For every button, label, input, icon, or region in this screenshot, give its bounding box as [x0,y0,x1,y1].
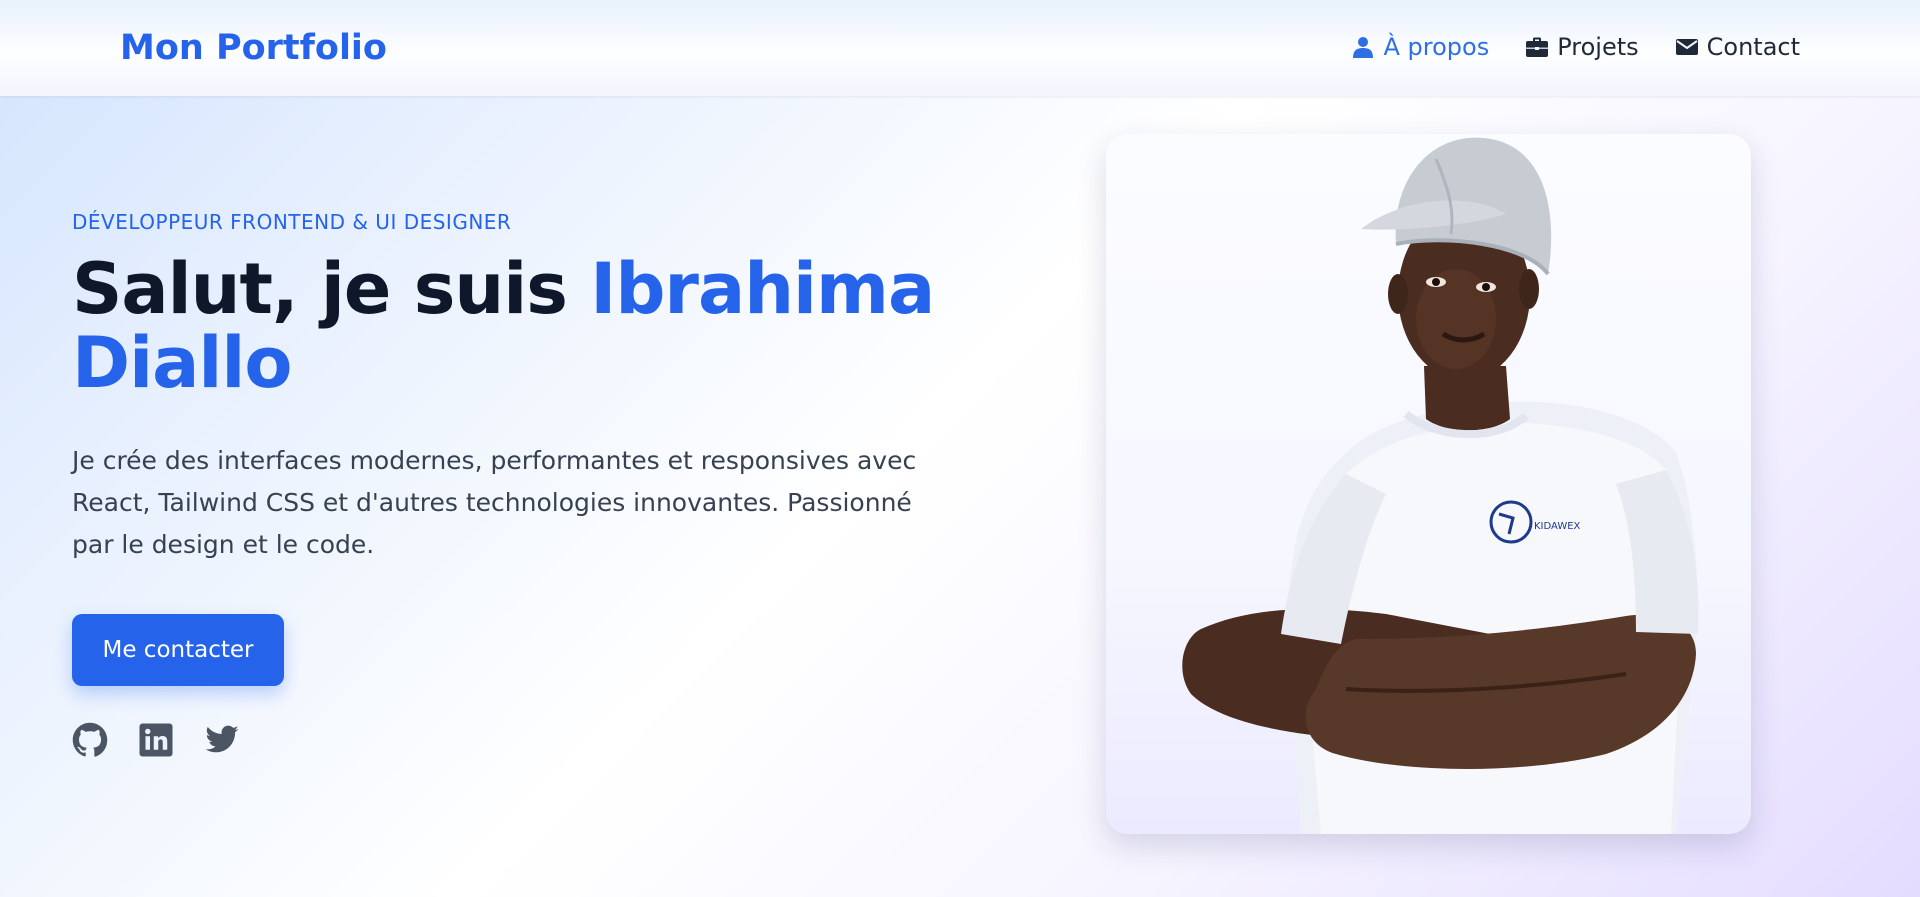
svg-text:KIDAWEX: KIDAWEX [1534,521,1581,532]
contact-button[interactable]: Me contacter [72,614,284,686]
twitter-icon[interactable] [204,722,240,758]
nav-label: Contact [1706,33,1800,61]
user-icon [1351,35,1375,59]
main-nav: À propos Projets Contact [1351,33,1800,61]
profile-photo: KIDAWEX [1182,137,1699,834]
profile-photo-card: KIDAWEX [1106,134,1751,834]
site-header: Mon Portfolio À propos Projets Contact [0,0,1920,96]
hero-headline: Salut, je suis Ibrahima Diallo [72,252,972,400]
nav-label: À propos [1383,33,1490,61]
envelope-icon [1675,35,1699,59]
linkedin-icon[interactable] [138,722,174,758]
github-icon[interactable] [72,722,108,758]
hero-description: Je crée des interfaces modernes, perform… [72,446,917,559]
site-logo[interactable]: Mon Portfolio [120,28,387,68]
nav-item-a-propos[interactable]: À propos [1351,33,1489,61]
briefcase-icon [1525,35,1549,59]
hero-section: DÉVELOPPEUR FRONTEND & UI DESIGNER Salut… [72,210,972,758]
nav-item-contact[interactable]: Contact [1675,33,1800,61]
hero-subtitle: DÉVELOPPEUR FRONTEND & UI DESIGNER [72,210,512,234]
nav-item-projets[interactable]: Projets [1525,33,1639,61]
social-links [72,722,972,758]
nav-label: Projets [1557,33,1639,61]
headline-prefix: Salut, je suis [72,248,591,330]
